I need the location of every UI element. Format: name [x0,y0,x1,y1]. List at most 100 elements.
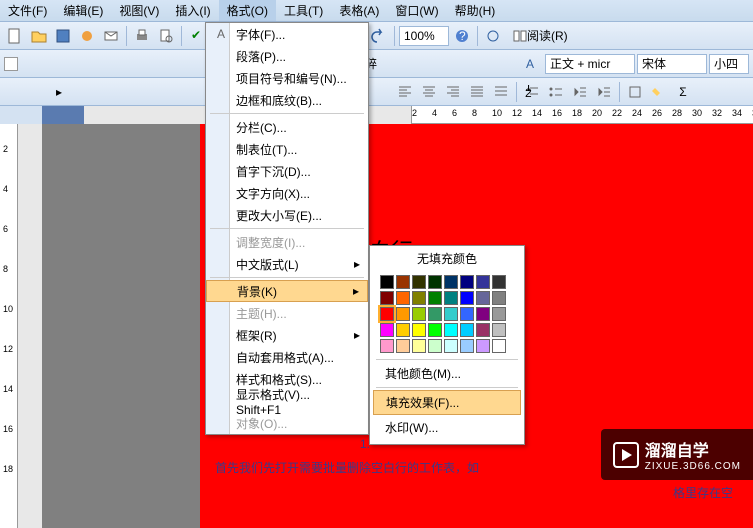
color-swatch[interactable] [396,339,410,353]
open-icon[interactable] [28,25,50,47]
vertical-ruler[interactable]: 24681012141618 [0,124,18,528]
color-swatch[interactable] [380,323,394,337]
menu-insert[interactable]: 插入(I) [167,0,218,21]
color-swatch[interactable] [428,275,442,289]
color-swatch[interactable] [444,291,458,305]
print-preview-icon[interactable] [155,25,177,47]
color-swatch[interactable] [380,275,394,289]
color-swatch[interactable] [428,339,442,353]
align-right-icon[interactable] [442,81,464,103]
color-swatch[interactable] [460,323,474,337]
color-swatch[interactable] [492,307,506,321]
menu-item-b[interactable]: 边框和底纹(B)... [206,89,368,111]
menu-item-d[interactable]: 首字下沉(D)... [206,160,368,182]
menu-item-x[interactable]: 文字方向(X)... [206,182,368,204]
justify-icon[interactable] [466,81,488,103]
menu-tools[interactable]: 工具(T) [276,0,331,21]
color-swatch[interactable] [476,307,490,321]
color-swatch[interactable] [396,323,410,337]
read-button[interactable]: 阅读(R) [506,25,575,47]
align-center-icon[interactable] [418,81,440,103]
menu-item-label: 制表位(T)... [232,141,354,158]
color-swatch[interactable] [396,275,410,289]
fill-effects-item[interactable]: 填充效果(F)... [373,390,521,415]
color-swatch[interactable] [380,339,394,353]
zoom-combo[interactable] [399,26,449,46]
font-combo[interactable] [637,54,707,74]
menu-item-n[interactable]: 项目符号和编号(N)... [206,67,368,89]
color-swatch[interactable] [428,291,442,305]
bullets-icon[interactable] [545,81,567,103]
help-icon[interactable]: ? [451,25,473,47]
menu-item-a[interactable]: 自动套用格式(A)... [206,346,368,368]
color-swatch[interactable] [444,307,458,321]
color-swatch[interactable] [476,323,490,337]
color-swatch[interactable] [460,307,474,321]
color-swatch[interactable] [492,339,506,353]
color-swatch[interactable] [492,291,506,305]
style-combo[interactable] [545,54,635,74]
sum-icon[interactable]: Σ [672,81,694,103]
color-swatch[interactable] [412,291,426,305]
tab-indent-icon[interactable]: ▸ [48,81,70,103]
watermark-item[interactable]: 水印(W)... [373,416,521,439]
align-left-icon[interactable] [394,81,416,103]
highlight-icon[interactable] [648,81,670,103]
color-swatch[interactable] [476,291,490,305]
color-swatch[interactable] [396,291,410,305]
menu-item-c[interactable]: 分栏(C)... [206,116,368,138]
menu-file[interactable]: 文件(F) [0,0,55,21]
borders-icon[interactable] [624,81,646,103]
color-swatch[interactable] [380,291,394,305]
menu-item-t[interactable]: 制表位(T)... [206,138,368,160]
color-swatch[interactable] [412,275,426,289]
color-swatch[interactable] [460,275,474,289]
permission-icon[interactable] [76,25,98,47]
menu-edit[interactable]: 编辑(E) [55,0,111,21]
save-icon[interactable] [52,25,74,47]
menu-item-p[interactable]: 段落(P)... [206,45,368,67]
color-swatch[interactable] [444,275,458,289]
increase-indent-icon[interactable] [593,81,615,103]
distribute-icon[interactable] [490,81,512,103]
color-swatch[interactable] [428,307,442,321]
corner-box-icon[interactable] [4,57,18,71]
menu-window[interactable]: 窗口(W) [387,0,446,21]
style-dropdown-icon[interactable]: A [521,53,543,75]
color-swatch[interactable] [412,323,426,337]
print-icon[interactable] [131,25,153,47]
color-swatch[interactable] [444,323,458,337]
redo-icon[interactable] [368,25,390,47]
color-swatch[interactable] [412,339,426,353]
color-swatch[interactable] [492,275,506,289]
color-swatch[interactable] [492,323,506,337]
decrease-indent-icon[interactable] [569,81,591,103]
color-swatch[interactable] [412,307,426,321]
menu-item-l[interactable]: 中文版式(L)▸ [206,253,368,275]
menu-item-vshiftf1[interactable]: 显示格式(V)... Shift+F1 [206,390,368,412]
menu-format[interactable]: 格式(O) [219,0,276,21]
more-colors-item[interactable]: 其他颜色(M)... [373,362,521,385]
font-size-combo[interactable] [709,54,749,74]
color-swatch[interactable] [460,291,474,305]
color-swatch[interactable] [396,307,410,321]
no-fill-label[interactable]: 无填充颜色 [370,246,524,271]
color-swatch[interactable] [380,307,394,321]
menu-table[interactable]: 表格(A) [331,0,387,21]
mail-icon[interactable] [100,25,122,47]
menu-view[interactable]: 视图(V) [111,0,167,21]
horizontal-ruler[interactable]: 2468101214161820222426283032343638 [84,106,753,124]
color-swatch[interactable] [476,339,490,353]
menu-item-r[interactable]: 框架(R)▸ [206,324,368,346]
menu-item-k[interactable]: 背景(K)▸ [206,280,368,302]
color-swatch[interactable] [428,323,442,337]
color-swatch[interactable] [444,339,458,353]
color-swatch[interactable] [476,275,490,289]
numbering-icon[interactable]: 12 [521,81,543,103]
hyperlink-icon[interactable] [482,25,504,47]
color-swatch[interactable] [460,339,474,353]
menu-help[interactable]: 帮助(H) [447,0,504,21]
menu-item-e[interactable]: 更改大小写(E)... [206,204,368,226]
new-doc-icon[interactable] [4,25,26,47]
menu-item-f[interactable]: A字体(F)... [206,23,368,45]
